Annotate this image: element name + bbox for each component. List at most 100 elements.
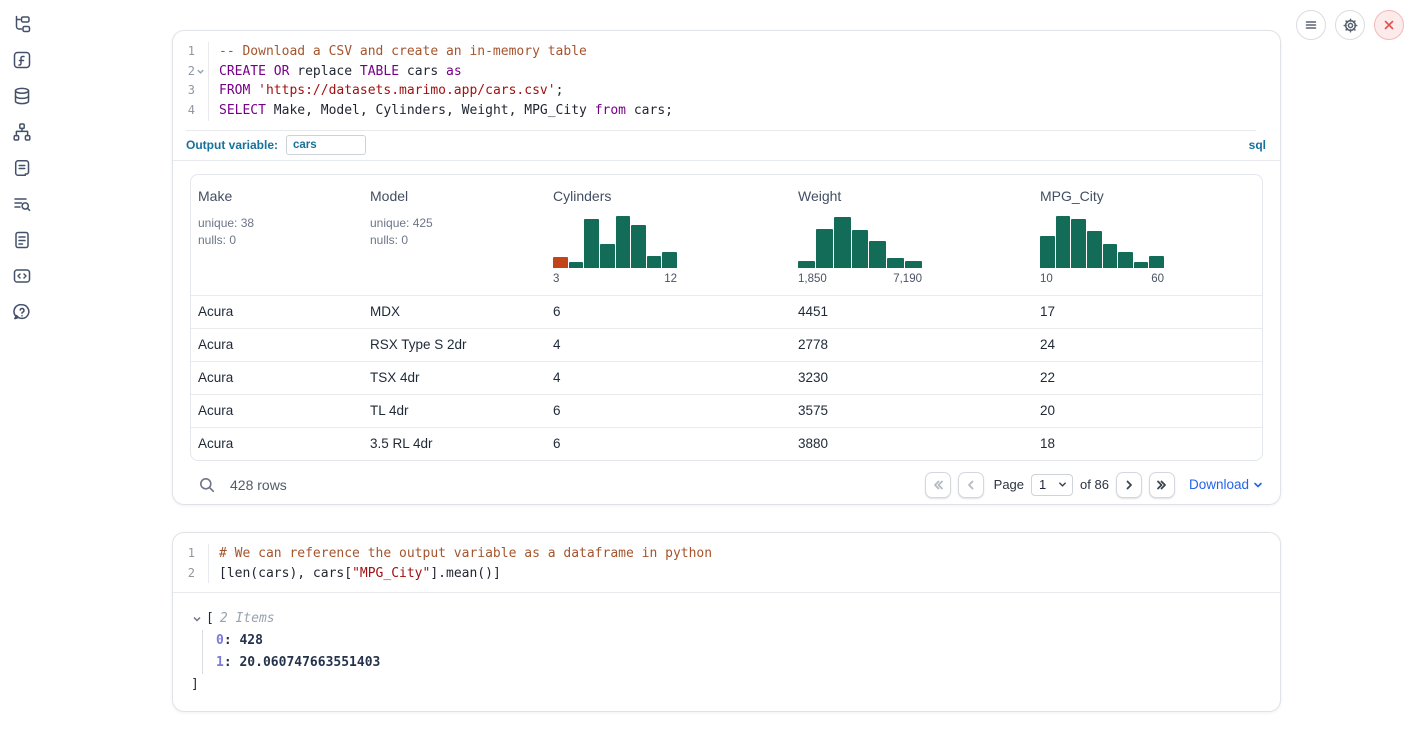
table-cell: 22: [1033, 370, 1262, 385]
code-token: -- Download a CSV and create an in-memor…: [219, 44, 587, 59]
scroll-icon[interactable]: [12, 158, 32, 178]
column-stat: unique: 38: [198, 215, 353, 232]
table-cell: 18: [1033, 436, 1262, 451]
table-cell: 3880: [791, 436, 1033, 451]
code-token: from: [595, 103, 626, 118]
page-select[interactable]: 1: [1031, 474, 1073, 496]
output-variable-input[interactable]: [286, 135, 366, 155]
tree-items-count: 2 Items: [220, 608, 275, 630]
column-name[interactable]: Make: [198, 188, 353, 204]
table-cell: 24: [1033, 337, 1262, 352]
code-line: 4 SELECT Make, Model, Cylinders, Weight, …: [173, 101, 1280, 121]
code-token: SELECT: [219, 103, 266, 118]
table-cell: TL 4dr: [363, 403, 546, 418]
histogram-bar: [798, 261, 815, 268]
page-label: Page: [994, 477, 1024, 492]
table-row[interactable]: AcuraTSX 4dr4323022: [191, 361, 1262, 394]
code-text: [len(cars), cars["MPG_City"].mean()]: [209, 564, 501, 584]
function-icon[interactable]: [12, 50, 32, 70]
python-cell: 1 # We can reference the output variable …: [172, 532, 1281, 712]
table-cell: RSX Type S 2dr: [363, 337, 546, 352]
table-row[interactable]: AcuraRSX Type S 2dr4277824: [191, 328, 1262, 361]
histogram-bar: [887, 258, 904, 267]
table-cell: 6: [546, 403, 791, 418]
code-token: # We can reference the output variable a…: [219, 546, 712, 561]
chevron-down-icon: [1058, 480, 1067, 489]
histogram-bars[interactable]: [553, 216, 677, 268]
table-column-header: Weight 1,8507,190: [791, 175, 1033, 295]
histogram-bar: [616, 216, 631, 268]
axis-min-label: 10: [1040, 273, 1053, 285]
language-badge[interactable]: sql: [1249, 138, 1266, 152]
gutter: 1: [173, 544, 209, 564]
sidebar: [0, 0, 44, 729]
histogram-bar: [1040, 236, 1055, 268]
previous-page-button[interactable]: [958, 472, 984, 498]
table-row[interactable]: AcuraMDX6445117: [191, 295, 1262, 328]
chevron-down-icon: [1253, 480, 1263, 490]
fold-chevron-icon[interactable]: [195, 66, 206, 77]
topbar: [1296, 10, 1404, 40]
last-page-button[interactable]: [1149, 472, 1175, 498]
download-label: Download: [1189, 477, 1249, 492]
table-column-header: Make unique: 38nulls: 0: [191, 175, 363, 295]
histogram-bar: [1071, 219, 1086, 267]
column-stat: nulls: 0: [198, 232, 353, 249]
table-column-header: MPG_City 1060: [1033, 175, 1262, 295]
histogram-bar: [1056, 216, 1071, 268]
histogram-bar: [816, 229, 833, 268]
column-histogram: 1060: [1040, 216, 1164, 285]
line-number: 4: [188, 101, 195, 121]
menu-button[interactable]: [1296, 10, 1326, 40]
table-cell: 20: [1033, 403, 1262, 418]
document-icon[interactable]: [12, 230, 32, 250]
code-token: ;: [556, 83, 564, 98]
first-page-button[interactable]: [925, 472, 951, 498]
python-code-editor[interactable]: 1 # We can reference the output variable …: [173, 533, 1280, 593]
column-name[interactable]: Model: [370, 188, 536, 204]
database-icon[interactable]: [12, 86, 32, 106]
tree-entry-key: 1: [216, 655, 224, 670]
file-tree-icon[interactable]: [12, 14, 32, 34]
code-token: [len(cars), cars[: [219, 566, 352, 581]
axis-min-label: 3: [553, 273, 559, 285]
sql-cell: 1 -- Download a CSV and create an in-memo…: [172, 30, 1281, 505]
dependency-graph-icon[interactable]: [12, 122, 32, 142]
column-stat: nulls: 0: [370, 232, 536, 249]
code-text: CREATE OR replace TABLE cars as: [209, 62, 462, 82]
code-token: TABLE: [360, 64, 399, 79]
table-row[interactable]: Acura3.5 RL 4dr6388018: [191, 427, 1262, 460]
help-icon[interactable]: [12, 302, 32, 322]
table-cell: Acura: [191, 337, 363, 352]
histogram-bar: [1118, 252, 1133, 268]
python-output-tree: [ 2 Items 0: 4281: 20.060747663551403 ]: [173, 593, 1280, 696]
download-button[interactable]: Download: [1189, 477, 1263, 492]
histogram-bar: [905, 261, 922, 268]
next-page-button[interactable]: [1116, 472, 1142, 498]
table-cell: 3575: [791, 403, 1033, 418]
table-row[interactable]: AcuraTL 4dr6357520: [191, 394, 1262, 427]
column-name[interactable]: MPG_City: [1040, 188, 1252, 204]
code-token: 'https://datasets.marimo.app/cars.csv': [258, 83, 555, 98]
table-footer: 428 rows Page 1 of 86: [190, 461, 1263, 505]
histogram-bars[interactable]: [798, 216, 922, 268]
code-token: cars;: [626, 103, 673, 118]
column-histogram: 1,8507,190: [798, 216, 922, 285]
sql-code-editor[interactable]: 1-- Download a CSV and create an in-memo…: [173, 31, 1280, 127]
tree-collapse-icon[interactable]: [191, 613, 203, 625]
tree-entry: 0: 428: [216, 630, 1280, 652]
code-token: ].mean()]: [430, 566, 500, 581]
code-snippet-icon[interactable]: [12, 266, 32, 286]
gutter: 2: [173, 62, 209, 82]
histogram-bars[interactable]: [1040, 216, 1164, 268]
shutdown-close-button[interactable]: [1374, 10, 1404, 40]
search-icon[interactable]: [198, 476, 216, 494]
code-text: SELECT Make, Model, Cylinders, Weight, M…: [209, 101, 673, 121]
list-search-icon[interactable]: [12, 194, 32, 214]
code-text: # We can reference the output variable a…: [209, 544, 712, 564]
settings-gear-button[interactable]: [1335, 10, 1365, 40]
column-name[interactable]: Weight: [798, 188, 1023, 204]
histogram-bar: [1087, 231, 1102, 267]
output-variable-label: Output variable:: [186, 138, 278, 152]
column-name[interactable]: Cylinders: [553, 188, 781, 204]
